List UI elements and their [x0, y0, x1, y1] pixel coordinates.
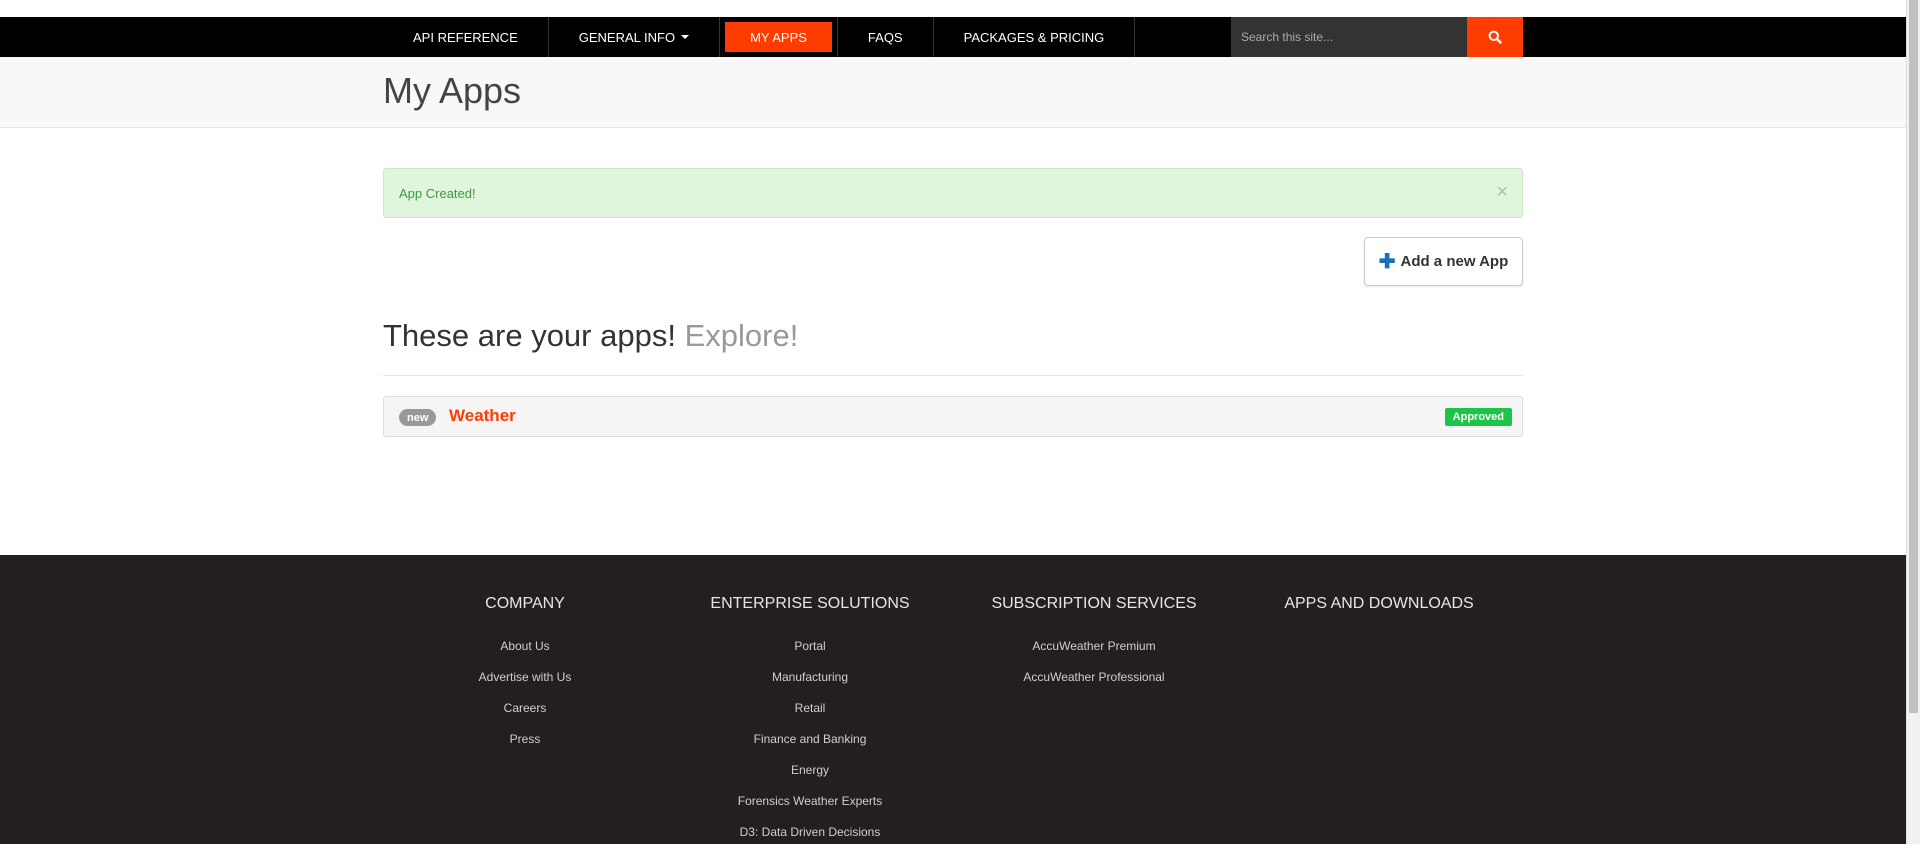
plus-icon: ✚	[1378, 250, 1396, 273]
nav-item-label: MY APPS	[725, 22, 832, 52]
footer-column-apps: APPS AND DOWNLOADS	[1249, 595, 1509, 639]
footer-column-enterprise: ENTERPRISE SOLUTIONS Portal Manufacturin…	[680, 595, 940, 856]
footer-link[interactable]: Energy	[680, 763, 940, 794]
nav-menu: API REFERENCE GENERAL INFO MY APPS FAQS …	[383, 17, 1136, 57]
status-badge: Approved	[1444, 408, 1512, 426]
footer-link[interactable]: Manufacturing	[680, 670, 940, 701]
add-new-app-button[interactable]: ✚ Add a new App	[1364, 237, 1523, 286]
nav-item-label: FAQS	[867, 29, 903, 45]
footer-column-title: SUBSCRIPTION SERVICES	[991, 595, 1197, 612]
new-badge: new	[399, 409, 437, 426]
alert-message: App Created!	[399, 186, 476, 201]
vertical-scrollbar[interactable]	[1906, 0, 1920, 844]
footer-column-title: ENTERPRISE SOLUTIONS	[710, 595, 910, 612]
search-input[interactable]	[1231, 17, 1467, 57]
close-icon[interactable]: ×	[1496, 182, 1508, 202]
top-navbar: API REFERENCE GENERAL INFO MY APPS FAQS …	[0, 17, 1906, 57]
footer-column-subscription: SUBSCRIPTION SERVICES AccuWeather Premiu…	[964, 595, 1224, 701]
app-list-item[interactable]: new Weather Approved	[383, 396, 1523, 437]
footer-column-title: APPS AND DOWNLOADS	[1284, 595, 1474, 612]
divider	[383, 375, 1523, 376]
nav-item-api-reference[interactable]: API REFERENCE	[383, 17, 549, 57]
nav-item-faqs[interactable]: FAQS	[838, 17, 934, 57]
page-title: My Apps	[383, 70, 522, 111]
footer-column-title: COMPANY	[485, 595, 565, 612]
caret-down-icon	[681, 35, 690, 39]
footer-link[interactable]: Retail	[680, 701, 940, 732]
nav-item-packages-pricing[interactable]: PACKAGES & PRICING	[934, 17, 1136, 57]
top-strip	[0, 0, 1906, 17]
add-app-label: Add a new App	[1400, 253, 1509, 270]
footer-link[interactable]: Press	[395, 732, 655, 763]
footer-link[interactable]: Portal	[680, 639, 940, 670]
footer-link[interactable]: AccuWeather Professional	[964, 670, 1224, 701]
success-alert: App Created! ×	[383, 168, 1523, 218]
apps-heading-text: These are your apps!	[383, 318, 676, 353]
footer-link[interactable]: About Us	[395, 639, 655, 670]
nav-item-my-apps[interactable]: MY APPS	[720, 17, 838, 57]
footer-link[interactable]: AccuWeather Premium	[964, 639, 1224, 670]
footer-link[interactable]: Finance and Banking	[680, 732, 940, 763]
apps-heading: These are your apps! Explore!	[383, 318, 798, 354]
footer-link[interactable]: Forensics Weather Experts	[680, 794, 940, 825]
scrollbar-thumb[interactable]	[1909, 0, 1918, 713]
footer-column-company: COMPANY About Us Advertise with Us Caree…	[395, 595, 655, 763]
nav-item-label: PACKAGES & PRICING	[963, 29, 1105, 45]
search-icon	[1488, 30, 1502, 44]
search-bar	[1231, 17, 1523, 57]
page-header: My Apps	[0, 57, 1906, 128]
footer-link[interactable]: D3: Data Driven Decisions	[680, 825, 940, 856]
nav-item-label: API REFERENCE	[413, 29, 518, 45]
footer: COMPANY About Us Advertise with Us Caree…	[0, 555, 1906, 844]
footer-link[interactable]: Advertise with Us	[395, 670, 655, 701]
apps-heading-sub: Explore!	[684, 318, 799, 353]
nav-item-general-info[interactable]: GENERAL INFO	[549, 17, 721, 57]
nav-item-label: GENERAL INFO	[578, 29, 676, 45]
footer-link[interactable]: Careers	[395, 701, 655, 732]
search-button[interactable]	[1467, 17, 1523, 57]
app-name-link[interactable]: Weather	[449, 406, 516, 426]
